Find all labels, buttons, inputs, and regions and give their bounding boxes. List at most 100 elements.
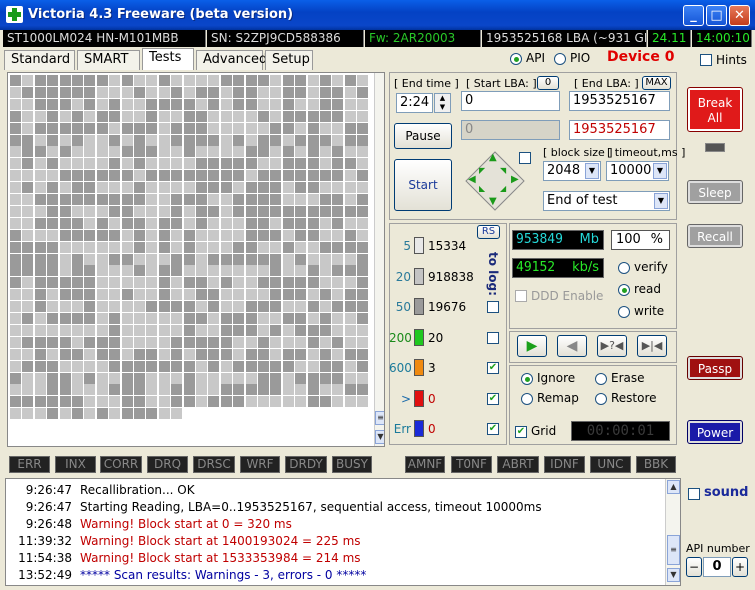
arrow-up-icon[interactable]: ▲ [489, 152, 497, 163]
surface-block [196, 265, 207, 277]
surface-block [171, 122, 183, 134]
power-button[interactable]: Power [687, 420, 743, 444]
surface-block [146, 182, 158, 194]
surface-block [245, 205, 257, 217]
remap-radio[interactable] [521, 393, 533, 405]
surface-block [84, 170, 96, 182]
api-number-decrement[interactable]: − [686, 557, 702, 577]
read-radio[interactable] [618, 284, 630, 296]
surface-block [59, 146, 71, 158]
surface-block [295, 384, 307, 396]
surface-block [59, 301, 71, 313]
tab-setup[interactable]: Setup [265, 50, 313, 70]
api-number-increment[interactable]: + [732, 557, 748, 577]
arrow-left-icon[interactable]: ◀ [468, 174, 476, 185]
start-lba-zero-button[interactable]: 0 [537, 76, 559, 90]
arrow-down-icon[interactable]: ▼ [489, 196, 497, 207]
log-checkbox[interactable] [487, 331, 499, 344]
surface-block [47, 384, 59, 396]
chevron-down-icon[interactable]: ▼ [653, 163, 667, 179]
surface-block [22, 110, 34, 122]
surface-block [307, 241, 319, 253]
log-time: 13:52:49 [18, 568, 72, 582]
surface-block [96, 241, 108, 253]
surface-block [96, 229, 108, 241]
write-radio[interactable] [618, 306, 630, 318]
log-checkbox[interactable]: ✔ [487, 392, 499, 405]
surface-block [258, 277, 269, 289]
surface-block [10, 182, 21, 194]
surface-block [357, 241, 369, 253]
play-icon[interactable]: ▶ [517, 335, 547, 357]
log-checkbox[interactable] [487, 301, 499, 313]
sound-checkbox[interactable] [688, 488, 700, 500]
skip-unknown-icon[interactable]: ▶?◀ [597, 335, 627, 357]
ignore-radio[interactable] [521, 373, 533, 385]
verify-radio[interactable] [618, 262, 630, 274]
pio-radio[interactable] [554, 53, 566, 65]
chevron-down-icon[interactable]: ▼ [585, 163, 599, 179]
grid-checkbox[interactable]: ✔ [515, 426, 527, 438]
surface-block [245, 348, 257, 360]
surface-block [84, 110, 96, 122]
scroll-thumb[interactable]: ≡ [667, 535, 680, 565]
surface-block [357, 182, 369, 194]
surface-block [332, 98, 344, 110]
recall-button[interactable]: Recall [687, 224, 743, 248]
api-radio[interactable] [510, 53, 522, 65]
chevron-down-icon[interactable]: ▼ [654, 193, 668, 209]
map-scrollbar[interactable]: ≡ ▼ [374, 73, 384, 446]
start-lba-input[interactable]: 0 [461, 91, 560, 111]
scroll-down-icon[interactable]: ▼ [667, 568, 680, 582]
reset-stats-button[interactable]: RS [477, 225, 500, 239]
arrow-right-icon[interactable]: ▶ [511, 174, 519, 185]
log-scrollbar[interactable]: ▲ ≡ ▼ [665, 479, 680, 585]
skip-end-icon[interactable]: ▶|◀ [637, 335, 667, 357]
ddd-enable-checkbox[interactable] [515, 290, 527, 302]
pad-checkbox[interactable] [519, 152, 531, 164]
passp-button[interactable]: Passp [687, 356, 743, 380]
pause-button[interactable]: Pause [394, 123, 452, 149]
maximize-button[interactable]: □ [706, 5, 727, 26]
scroll-thumb[interactable]: ≡ [375, 411, 384, 425]
log-checkbox[interactable]: ✔ [487, 423, 499, 435]
surface-block [171, 336, 183, 348]
surface-block [357, 98, 369, 110]
break-all-button[interactable]: Break All [687, 87, 743, 132]
end-action-select[interactable]: End of test ▼ [543, 191, 670, 211]
surface-block [357, 110, 369, 122]
surface-block [84, 277, 96, 289]
end-lba-max-button[interactable]: MAX [642, 76, 671, 90]
surface-block [109, 170, 121, 182]
restore-radio[interactable] [595, 393, 607, 405]
tab-tests[interactable]: Tests [142, 48, 194, 70]
surface-block [258, 134, 269, 146]
tab-advanced[interactable]: Advanced [196, 50, 267, 70]
hints-checkbox[interactable] [700, 54, 712, 66]
rewind-icon[interactable]: ◀ [557, 335, 587, 357]
surface-block [109, 158, 121, 170]
surface-block [196, 324, 207, 336]
tab-standard[interactable]: Standard [4, 50, 75, 70]
close-button[interactable]: ✕ [729, 5, 750, 26]
end-lba-input[interactable]: 1953525167 [569, 91, 670, 111]
timeout-select[interactable]: 10000 ▼ [606, 161, 669, 181]
surface-block [72, 384, 83, 396]
api-number-input[interactable]: 0 [703, 557, 731, 577]
erase-radio[interactable] [595, 373, 607, 385]
log-checkbox[interactable]: ✔ [487, 362, 499, 374]
end-time-spinner[interactable]: ▲ ▼ [434, 93, 451, 113]
minimize-button[interactable]: _ [683, 5, 704, 26]
tab-smart[interactable]: SMART [77, 50, 140, 70]
start-button[interactable]: Start [394, 159, 452, 211]
surface-block [258, 348, 269, 360]
surface-block [208, 241, 220, 253]
block-size-select[interactable]: 2048 ▼ [543, 161, 601, 181]
sleep-button[interactable]: Sleep [687, 180, 743, 204]
surface-block [171, 289, 183, 301]
surface-block [158, 265, 170, 277]
scroll-down-icon[interactable]: ▼ [375, 430, 384, 444]
surface-block [59, 110, 71, 122]
scroll-up-icon[interactable]: ▲ [667, 480, 680, 494]
end-time-input[interactable]: 2:24 [396, 93, 433, 113]
